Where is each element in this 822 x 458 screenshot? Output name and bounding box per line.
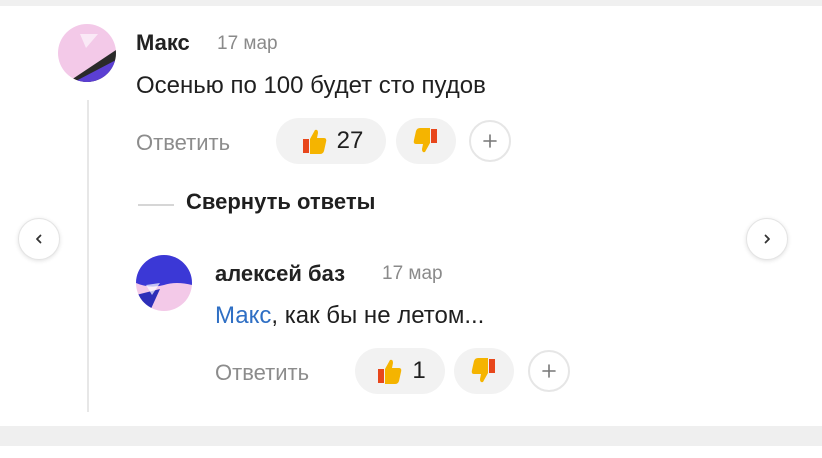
top-divider [0, 0, 822, 6]
avatar[interactable] [58, 24, 116, 82]
like-button[interactable]: 1 [355, 348, 445, 394]
reply-button[interactable]: Ответить [136, 130, 230, 156]
thumbs-up-icon [302, 129, 326, 154]
comment-date: 17 мар [217, 33, 278, 54]
comment-text: Осенью по 100 будет сто пудов [136, 72, 486, 99]
comment-text: Макс, как бы не летом... [215, 302, 484, 330]
add-reaction-button[interactable] [528, 350, 570, 392]
like-count: 27 [336, 127, 364, 154]
dislike-button[interactable] [454, 348, 514, 394]
chevron-left-icon [36, 234, 42, 244]
thread-line [87, 100, 89, 412]
comment-text-body: , как бы не летом... [271, 302, 485, 329]
collapse-replies-button[interactable]: Свернуть ответы [186, 189, 375, 215]
reply-button[interactable]: Ответить [215, 360, 309, 386]
comment-author[interactable]: Макс [136, 30, 190, 56]
mention-link[interactable]: Макс [215, 302, 271, 329]
dislike-button[interactable] [396, 118, 456, 164]
avatar[interactable] [136, 255, 192, 311]
bottom-divider [0, 426, 822, 446]
prev-button[interactable] [18, 218, 60, 260]
like-count: 1 [412, 357, 426, 384]
collapse-divider [138, 204, 174, 206]
next-button[interactable] [746, 218, 788, 260]
add-reaction-button[interactable] [469, 120, 511, 162]
comment-author[interactable]: алексей баз [215, 261, 345, 287]
thumbs-up-icon [378, 359, 402, 384]
plus-icon [542, 364, 556, 378]
bottom-edge [0, 446, 822, 458]
thumbs-down-icon [413, 128, 437, 153]
chevron-right-icon [764, 234, 770, 244]
comment-date: 17 мар [382, 263, 443, 284]
like-button[interactable]: 27 [276, 118, 386, 164]
plus-icon [483, 134, 497, 148]
thumbs-down-icon [471, 358, 495, 383]
